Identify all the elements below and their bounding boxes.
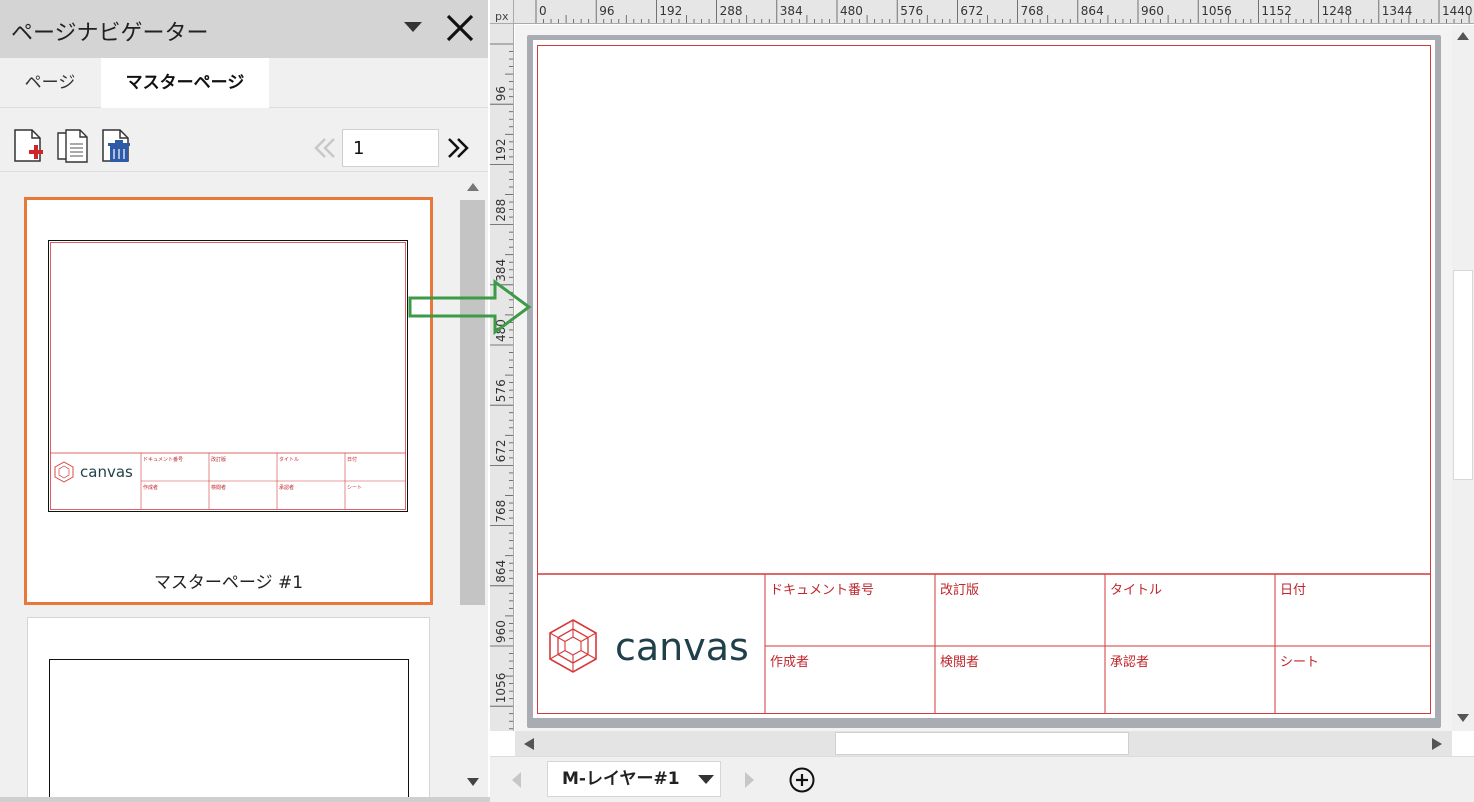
vertical-ruler: 96 192 288 384 480 576 672 768 864 960 1056 (490, 24, 514, 731)
svg-text:作成者: 作成者 (143, 484, 158, 491)
scroll-right-icon[interactable] (1431, 737, 1443, 751)
delete-page-icon[interactable] (100, 128, 134, 164)
scroll-up-icon[interactable] (466, 182, 480, 192)
ruler-tick-label: 288 (720, 4, 743, 18)
canvas-logo-icon (549, 619, 597, 673)
horizontal-ruler-scale: 0 96 192 288 384 480 576 672 768 864 960 1056 1152 12… (535, 0, 1473, 23)
svg-text:ドキュメント番号: ドキュメント番号 (143, 456, 183, 463)
ruler-tick-label: 192 (659, 4, 682, 18)
page-navigator-panel: ページナビゲーター ページ マスターページ 1 ドキュメント番号 改訂版 タイト… (0, 0, 488, 802)
ruler-tick-label: 288 (494, 199, 508, 222)
ruler-tick-label: 672 (494, 439, 508, 462)
ruler-tick-label: 1440 (1442, 4, 1473, 18)
panel-bottom-edge (0, 797, 490, 802)
ruler-tick-label: 96 (599, 4, 614, 18)
chevron-down-icon[interactable] (698, 775, 714, 784)
svg-text:承認者: 承認者 (279, 484, 294, 491)
ruler-tick-label: 1152 (1261, 4, 1292, 18)
svg-text:canvas: canvas (80, 463, 133, 481)
ruler-tick-label: 1056 (494, 673, 508, 704)
scrollbar-thumb[interactable] (1453, 270, 1473, 480)
thumbnail-preview: ドキュメント番号 改訂版 タイトル 日付 作成者 検閲者 承認者 シート can… (48, 240, 408, 512)
scrollbar-thumb[interactable] (460, 200, 485, 605)
master-page-thumbnail-2[interactable] (27, 617, 430, 802)
vertical-ruler-scale: 961922883844805766727688649601056 (490, 43, 513, 730)
panel-header: ページナビゲーター (0, 0, 488, 58)
arrow-indicator-icon (408, 279, 532, 335)
title-field-approver: 承認者 (1110, 654, 1149, 670)
svg-text:タイトル: タイトル (279, 456, 299, 463)
scrollbar-thumb[interactable] (835, 732, 1129, 755)
canvas-vertical-scrollbar[interactable] (1452, 25, 1474, 731)
ruler-tick-label: 1248 (1322, 4, 1353, 18)
ruler-tick-label: 960 (494, 620, 508, 643)
ruler-tick-label: 1344 (1382, 4, 1413, 18)
svg-text:改訂版: 改訂版 (211, 456, 226, 463)
ruler-tick-label: 192 (494, 138, 508, 161)
title-block: ドキュメント番号 改訂版 タイトル 日付 作成者 検閲者 承認者 シート can… (537, 573, 1431, 714)
ruler-tick-label: 576 (494, 379, 508, 402)
title-field-date: 日付 (1280, 583, 1306, 598)
ruler-tick-label: 960 (1141, 4, 1164, 18)
thumbnail-preview-2 (49, 659, 409, 802)
scroll-up-icon[interactable] (1456, 31, 1470, 41)
tab-page[interactable]: ページ (0, 58, 100, 108)
next-page-icon[interactable] (445, 135, 471, 161)
thumbnail-scrollbar[interactable] (459, 172, 486, 800)
ruler-tick-label: 96 (494, 86, 508, 101)
ruler-unit-label: px (495, 10, 509, 23)
scroll-down-icon[interactable] (466, 777, 480, 787)
ruler-tick-label: 768 (494, 500, 508, 523)
title-field-author: 作成者 (770, 655, 809, 670)
svg-text:日付: 日付 (347, 456, 357, 463)
ruler-tick-label: 0 (539, 4, 547, 18)
ruler-tick-label: 768 (1021, 4, 1044, 18)
layer-tab[interactable]: M-レイヤー#1 (547, 761, 721, 797)
previous-page-icon[interactable] (312, 135, 338, 161)
add-page-icon[interactable] (12, 128, 46, 164)
title-field-reviewer: 検閲者 (940, 655, 979, 670)
chevron-down-icon[interactable] (404, 22, 422, 32)
page-number-input[interactable] (342, 129, 439, 167)
duplicate-page-icon[interactable] (56, 128, 90, 164)
horizontal-ruler: 0 96 192 288 384 480 576 672 768 864 960 1056 1152 12… (514, 0, 1474, 24)
canvas-logo-text: canvas (615, 625, 749, 669)
canvas-horizontal-scrollbar[interactable] (515, 731, 1452, 756)
previous-layer-icon[interactable] (512, 772, 521, 788)
ruler-tick-label: 576 (900, 4, 923, 18)
next-layer-icon[interactable] (745, 772, 754, 788)
title-field-sheet: シート (1280, 655, 1319, 670)
tab-master-page[interactable]: マスターページ (101, 58, 269, 108)
add-layer-icon[interactable] (788, 766, 816, 794)
ruler-tick-label: 864 (1081, 4, 1104, 18)
scroll-down-icon[interactable] (1456, 713, 1470, 723)
scroll-left-icon[interactable] (523, 737, 535, 751)
ruler-tick-label: 864 (494, 560, 508, 583)
master-page-canvas[interactable]: ドキュメント番号 改訂版 タイトル 日付 作成者 検閲者 承認者 シート can… (533, 40, 1435, 718)
close-icon[interactable] (443, 11, 477, 45)
svg-text:シート: シート (347, 485, 362, 491)
ruler-tick-label: 384 (780, 4, 803, 18)
ruler-tick-label: 672 (960, 4, 983, 18)
master-page-thumbnail[interactable]: ドキュメント番号 改訂版 タイトル 日付 作成者 検閲者 承認者 シート can… (24, 197, 433, 605)
thumbnail-label: マスターページ #1 (153, 573, 304, 593)
app-root: ページナビゲーター ページ マスターページ 1 ドキュメント番号 改訂版 タイト… (0, 0, 1474, 802)
svg-text:検閲者: 検閲者 (211, 484, 226, 491)
panel-title: ページナビゲーター (11, 21, 209, 46)
layer-bar: M-レイヤー#1 (490, 756, 1474, 802)
ruler-tick-label: 480 (840, 4, 863, 18)
panel-tabs: ページ マスターページ (0, 58, 488, 108)
ruler-unit: px (490, 0, 514, 24)
title-field-doc-number: ドキュメント番号 (770, 583, 874, 598)
title-field-revision: 改訂版 (940, 582, 979, 598)
thumbnail-list: ドキュメント番号 改訂版 タイトル 日付 作成者 検閲者 承認者 シート can… (0, 172, 488, 802)
layer-tab-label: M-レイヤー#1 (562, 769, 680, 789)
ruler-tick-label: 1056 (1201, 4, 1232, 18)
title-field-title: タイトル (1110, 583, 1162, 598)
